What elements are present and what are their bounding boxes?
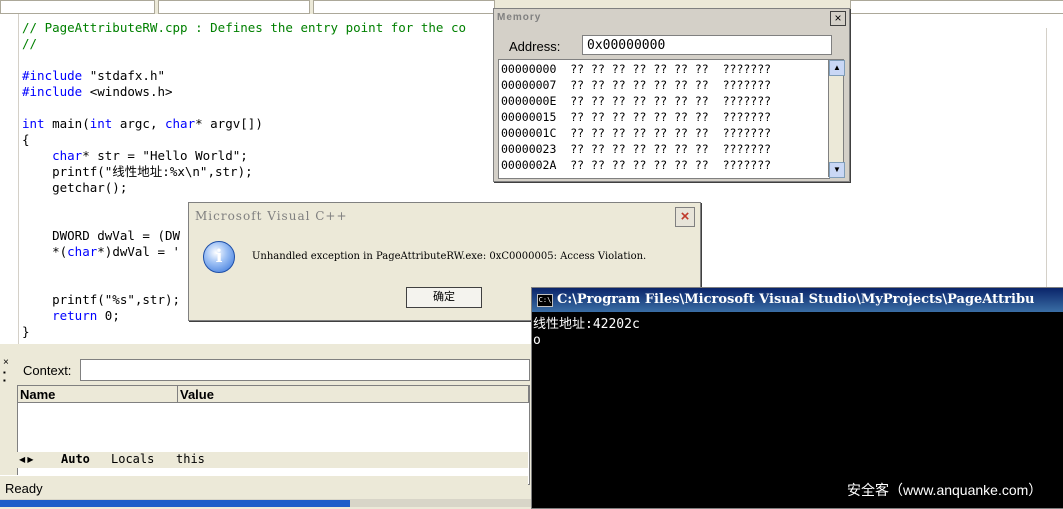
memory-grid[interactable]: 00000000 ?? ?? ?? ?? ?? ?? ?? ??????? 00… [498, 59, 830, 179]
dialog-title: Microsoft Visual C++ [195, 209, 348, 223]
watch-tabs: ◀ ▶ Auto Locals this [17, 452, 528, 468]
pane-close-icon[interactable]: × [3, 357, 9, 368]
toolbar-combo-far[interactable] [850, 0, 1063, 14]
code-line: // [22, 36, 38, 51]
dialog-close-button[interactable]: × [675, 207, 695, 227]
code-line: int main(int argc, char* argv[]) [22, 116, 263, 131]
address-input[interactable]: 0x00000000 [582, 35, 832, 55]
console-title: C:\Program Files\Microsoft Visual Studio… [557, 292, 1035, 307]
code-line: getchar(); [22, 180, 128, 195]
code-line: printf("%s",str); [22, 292, 181, 307]
console-output-line: 线性地址:42202c [533, 317, 640, 332]
console-titlebar[interactable]: C:\ C:\Program Files\Microsoft Visual St… [532, 288, 1063, 312]
watch-table[interactable]: Name Value [17, 385, 530, 485]
scroll-down-icon[interactable]: ▼ [829, 162, 845, 178]
context-dropdown[interactable] [80, 359, 530, 381]
close-icon[interactable]: × [830, 11, 846, 26]
code-line: #include <windows.h> [22, 84, 173, 99]
memory-row: 00000000 ?? ?? ?? ?? ?? ?? ?? ??????? [501, 62, 772, 76]
code-line: #include "stdafx.h" [22, 68, 166, 83]
ok-button[interactable]: 确定 [406, 287, 482, 308]
scroll-up-icon[interactable]: ▲ [829, 60, 845, 76]
editor-scrollbar[interactable] [1046, 28, 1063, 288]
code-line: printf("线性地址:%x\n",str); [22, 164, 253, 179]
dialog-message: Unhandled exception in PageAttributeRW.e… [252, 251, 647, 262]
code-line: } [22, 324, 30, 339]
toolbar-combo-right[interactable] [313, 0, 495, 14]
watermark: 安全客（www.anquanke.com） [847, 482, 1043, 498]
info-icon: i [203, 241, 235, 273]
code-line: return 0; [52, 308, 120, 323]
taskbar-accent [0, 500, 350, 507]
grip-icon: ▪ ▪ [3, 368, 6, 385]
tab-scroll-arrows[interactable]: ◀ ▶ [19, 453, 49, 466]
column-header-name[interactable]: Name [18, 386, 178, 403]
memory-row: 00000007 ?? ?? ?? ?? ?? ?? ?? ??????? [501, 78, 772, 92]
toolbar-combo-mid[interactable] [158, 0, 310, 14]
tab-locals[interactable]: Locals [111, 452, 154, 467]
memory-row: 0000001C ?? ?? ?? ?? ?? ?? ?? ??????? [501, 126, 772, 140]
address-label: Address: [509, 39, 561, 54]
memory-title: Memory [497, 12, 542, 23]
editor-gutter [0, 14, 19, 344]
toolbar-combo-left[interactable] [0, 0, 155, 14]
memory-scrollbar[interactable]: ▲ ▼ [828, 59, 845, 178]
code-line: DWORD dwVal = (DW [22, 228, 181, 243]
code-line: *(char*)dwVal = ' [22, 244, 181, 259]
memory-row: 0000000E ?? ?? ?? ?? ?? ?? ?? ??????? [501, 94, 772, 108]
status-bar: Ready [0, 475, 528, 500]
context-label: Context: [23, 363, 72, 378]
memory-window[interactable]: Memory × Address: 0x00000000 00000000 ??… [493, 8, 850, 182]
console-icon: C:\ [537, 294, 553, 307]
close-icon: × [680, 208, 690, 225]
memory-row: 00000015 ?? ?? ?? ?? ?? ?? ?? ??????? [501, 110, 772, 124]
memory-row: 0000002A ?? ?? ?? ?? ?? ?? ?? ??????? [501, 158, 772, 172]
memory-row: 00000023 ?? ?? ?? ?? ?? ?? ?? ??????? [501, 142, 772, 156]
tab-this[interactable]: this [176, 452, 205, 467]
column-header-value[interactable]: Value [178, 386, 529, 403]
code-line: // PageAttributeRW.cpp : Defines the ent… [22, 20, 467, 35]
console-window[interactable]: C:\ C:\Program Files\Microsoft Visual St… [531, 287, 1063, 509]
status-text: Ready [5, 481, 43, 496]
code-line: char* str = "Hello World"; [52, 148, 248, 163]
tab-auto[interactable]: Auto [61, 452, 90, 467]
code-line: { [22, 132, 30, 147]
watch-pane: × ▪ ▪ Context: Name Value ◀ ▶ Auto Locals… [0, 355, 530, 485]
console-output-line: o [533, 333, 541, 348]
memory-titlebar[interactable]: Memory × [494, 9, 849, 27]
